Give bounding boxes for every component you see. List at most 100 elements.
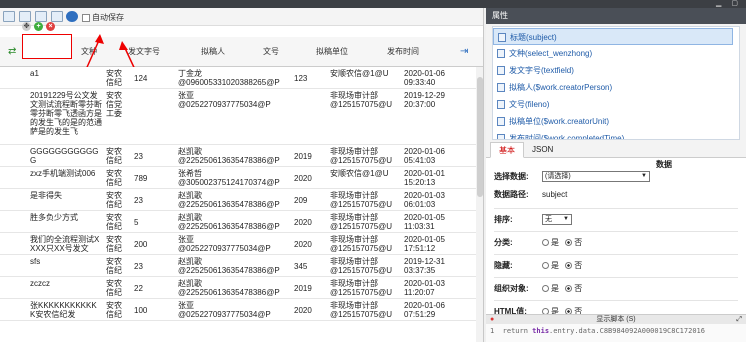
add-column-icon[interactable]: + [34,22,43,31]
sort-dropdown[interactable]: 无 ▼ [542,214,572,225]
autosave-label: 自动保存 [92,13,124,22]
refresh-icon[interactable]: ⇄ [8,37,16,67]
preview-icon[interactable] [51,11,63,22]
hidden-radios: 是 否 [542,259,582,273]
script-bar[interactable]: ● 显示脚本 (S) ⤢ [486,314,746,324]
radio-yes-label: 是 [551,284,559,293]
sort-row: 排序: 无 ▼ [494,213,738,227]
field-label: 发文字号(textfield) [509,66,574,75]
table-row[interactable]: 胜多负少方式 安农信纪 5 赵凯歌 @225250613635478386@P 2020… [0,211,483,233]
category-row: 分类: 是 否 [494,236,738,250]
field-label: 文号(fileno) [509,100,550,109]
cell-unit: 非现场审计部 @125157075@U [330,235,393,253]
radio-no[interactable] [565,239,573,247]
cell-title: 我们的全流程测试XXXX只XX号发文 [30,235,100,253]
cell-publish-time: 2020-01-05 11:03:31 [404,213,445,231]
cell-publish-time: 2019-12-31 03:37:35 [404,257,445,275]
column-header-doc-no[interactable]: 文号 [263,37,279,67]
move-icon[interactable]: ✥ [22,22,31,31]
field-icon [497,134,505,139]
script-editor[interactable]: 1 return this.entry.data.C8B984092A00001… [486,324,746,342]
table-row[interactable]: GGGGGGGGGGGG 安农信纪 23 赵凯歌 @22525061363547838… [0,145,483,167]
tab-basic[interactable]: 基本 [490,142,524,158]
cell-type: 安农信纪 [106,301,122,319]
sort-value: 无 [545,216,552,223]
cell-title: a1 [30,69,39,78]
script-text: .entry.data.C8B984092A000019C8C172016 [549,327,705,335]
cell-title: 张KKKKKKKKKKKK安农信纪发 [30,301,97,319]
cell-author: 赵凯歌 @225250613635478386@P [178,279,280,297]
undo-icon[interactable] [19,11,31,22]
cell-unit: 安顺农信@1@U [330,169,389,178]
table-row[interactable]: zczcz 安农信纪 22 赵凯歌 @225250613635478386@P 2019… [0,277,483,299]
column-header-row: ⇄ 标题 文种 发文字号 拟稿人 文号 拟稿单位 发布时间 ⇥ [0,37,483,67]
cell-type: 安农信纪 [106,257,122,275]
cell-author: 张希哲 @305002375124170374@P [178,169,280,187]
property-panel: 属性 标题(subject) 文种(select_wenzhong) 发文字号(te… [486,8,746,342]
column-header-unit[interactable]: 拟稿单位 [316,37,348,67]
field-item[interactable]: 文种(select_wenzhong) [493,45,733,62]
redo-icon[interactable] [35,11,47,22]
cell-publish-time: 2020-01-05 17:51:12 [404,235,445,253]
table-row[interactable]: 是非得失 安农信纪 23 赵凯歌 @225250613635478386@P 209 非现… [0,189,483,211]
field-icon [498,33,506,42]
table-row[interactable]: 张KKKKKKKKKKKK安农信纪发 安农信纪 100 张亚 @02522709377… [0,299,483,321]
cell-type: 安农信纪 [106,279,122,297]
column-header-publish-time[interactable]: 发布时间 [387,37,419,67]
delete-column-icon[interactable]: × [46,22,55,31]
field-item[interactable]: 文号(fileno) [493,96,733,113]
save-icon[interactable] [3,11,15,22]
script-kw-return: return [502,327,528,335]
cell-author: 赵凯歌 @225250613635478386@P [178,147,280,165]
autosave-check-icon[interactable] [82,13,90,22]
scrollbar-thumb[interactable] [477,77,483,197]
column-header-author[interactable]: 拟稿人 [201,37,225,67]
radio-yes[interactable] [542,239,549,247]
radio-no[interactable] [565,285,573,293]
cell-type: 安农信纪 [106,69,122,87]
data-path-value[interactable]: subject [542,188,567,202]
table-row[interactable]: sfs 安农信纪 23 赵凯歌 @225250613635478386@P 345 非现场… [0,255,483,277]
table-row[interactable]: 我们的全流程测试XXXX只XX号发文 安农信纪 200 张亚 @02522709377… [0,233,483,255]
cell-author: 赵凯歌 @225250613635478386@P [178,213,280,231]
table-row[interactable]: zxz手机端测试006 安农信纪 789 张希哲 @30500237512417037… [0,167,483,189]
cell-author: 张亚 @025227093777503​4@P [178,301,271,319]
cell-publish-time: 2020-01-01 15:20:13 [404,169,445,187]
tab-json[interactable]: JSON [524,142,561,158]
cell-unit: 非现场审计部 @125157075@U [330,147,393,165]
selected-column-outline [22,34,72,59]
radio-no[interactable] [565,262,573,270]
help-icon[interactable] [66,11,78,22]
cell-type: 安农信纪 [106,147,122,165]
script-label: 显示脚本 (S) [596,316,636,323]
cell-unit: 非现场审计部 @125157075@U [330,257,393,275]
field-item[interactable]: 发文字号(textfield) [493,62,733,79]
cell-title: zczcz [30,279,50,288]
field-item[interactable]: 标题(subject) [493,28,733,45]
radio-yes[interactable] [542,285,549,293]
grid-scrollbar[interactable] [476,67,483,342]
table-row[interactable]: 20191229号公文发文测试流程断零芬断零芬断零飞透函方是的发生飞的是的范通萨… [0,89,483,145]
table-row[interactable]: a1 安农信纪 124 丁金龙 @096005331020388265@P 123 安顺农… [0,67,483,89]
cell-author: 赵凯歌 @225250613635478386@P [178,257,280,275]
cell-title: 20191229号公文发文测试流程断零芬断零芬断零飞透函方是的发生飞的是的范通萨… [30,91,102,136]
field-item[interactable]: 拟稿人($work.creatorPerson) [493,79,733,96]
divider [494,254,738,255]
category-radios: 是 否 [542,236,582,250]
window-controls[interactable]: ▁ ▢ [716,0,742,7]
divider [494,208,738,209]
cell-type: 安农信纪 [106,169,122,187]
field-item[interactable]: 发布时间($work.completedTime) [493,130,733,139]
field-icon [497,49,505,58]
autosave-checkbox[interactable]: 自动保存 [82,12,124,23]
cell-title: GGGGGGGGGGGG [30,147,99,165]
toolbar: 自动保存 [0,8,483,26]
field-item[interactable]: 拟稿单位($work.creatorUnit) [493,113,733,130]
property-panel-title: 属性 [486,8,746,24]
export-icon[interactable]: ⇥ [460,37,468,67]
select-data-dropdown[interactable]: (请选择) ▼ [542,171,650,182]
field-label: 拟稿单位($work.creatorUnit) [509,117,610,126]
cell-title: sfs [30,257,41,266]
radio-yes[interactable] [542,262,549,270]
cell-unit: 非现场审计部 @125157075@U [330,301,393,319]
